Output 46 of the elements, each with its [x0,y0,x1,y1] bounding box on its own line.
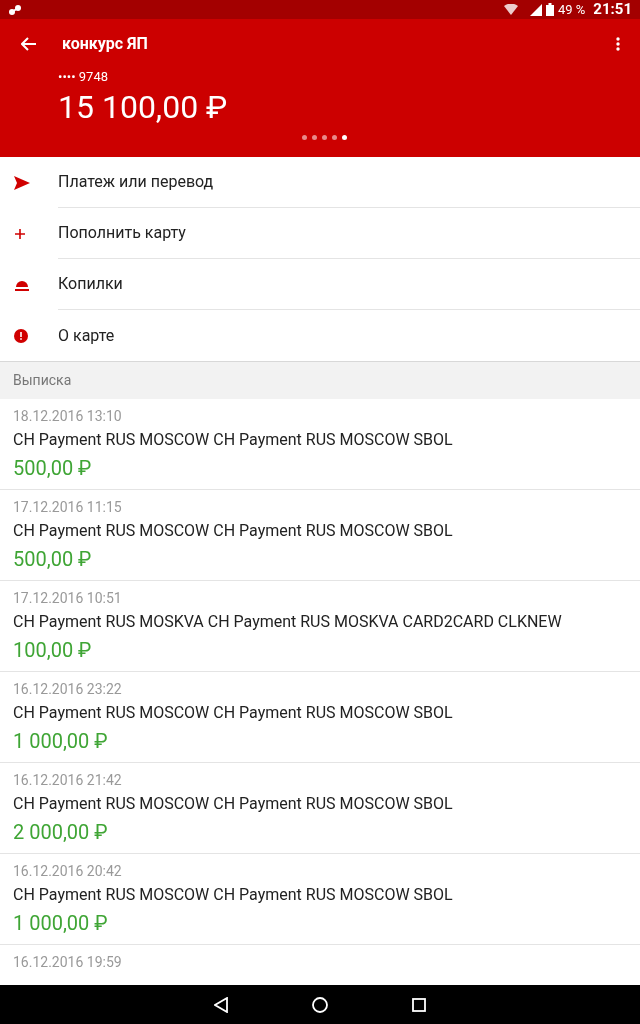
menu-label: О карте [58,324,116,347]
transaction-date: 17.12.2016 11:15 [13,498,123,516]
transaction-date: 16.12.2016 21:42 [13,771,123,789]
clock: 21:51 [593,0,632,21]
transaction-date: 17.12.2016 10:51 [13,589,123,607]
menu-item[interactable]: О карте [0,310,640,361]
transaction-date: 18.12.2016 13:10 [13,407,123,425]
transaction-row[interactable]: 17.12.2016 10:51 CH Payment RUS MOSKVA CH Payment RUS MOSKVA CARD2CARD CLKNEW 100,00 ₽ [0,581,640,672]
transaction-date: 16.12.2016 23:22 [13,680,123,698]
send-icon [14,175,30,190]
transaction-row[interactable]: 16.12.2016 20:42 CH Payment RUS MOSCOW CH Payment RUS MOSCOW SBOL 1 000,00 ₽ [0,854,640,945]
info-icon [14,328,28,343]
transaction-description: CH Payment RUS MOSCOW CH Payment RUS MOSCOW SBOL [13,430,454,450]
transaction-amount: 500,00 ₽ [13,456,93,480]
transaction-amount: 1 000,00 ₽ [13,729,109,753]
notification-icon [8,3,22,16]
transaction-description: CH Payment RUS MOSCOW CH Payment RUS MOSCOW SBOL [13,521,454,541]
transaction-row[interactable]: 17.12.2016 11:15 CH Payment RUS MOSCOW CH Payment RUS MOSCOW SBOL 500,00 ₽ [0,490,640,581]
signal-icon [530,3,542,16]
transaction-row[interactable]: 16.12.2016 21:42 CH Payment RUS MOSCOW CH Payment RUS MOSCOW SBOL 2 000,00 ₽ [0,763,640,854]
wifi-icon [504,4,518,15]
transaction-description: CH Payment RUS MOSCOW CH Payment RUS MOSCOW SBOL [13,885,454,905]
screen-title: конкурс ЯП [62,33,148,55]
plus-icon [14,227,26,240]
battery-percent: 49 % [558,0,586,19]
battery-icon [546,3,554,16]
recents-icon[interactable] [412,997,426,1012]
back-icon[interactable] [214,996,228,1013]
back-arrow-icon [21,37,37,51]
transaction-date: 16.12.2016 19:59 [13,953,123,971]
card-number: •••• 9748 [58,69,109,85]
transaction-date: 16.12.2016 20:42 [13,862,123,880]
transaction-row[interactable]: 16.12.2016 23:22 CH Payment RUS MOSCOW CH Payment RUS MOSCOW SBOL 1 000,00 ₽ [0,672,640,763]
transaction-amount: 500,00 ₽ [13,547,93,571]
dome-icon [14,278,30,291]
transaction-description: CH Payment RUS MOSKVA CH Payment RUS MOSKVA CARD2CARD CLKNEW [13,612,563,632]
transaction-amount: 100,00 ₽ [13,638,93,662]
more-icon [616,37,620,51]
transaction-description: CH Payment RUS MOSCOW CH Payment RUS MOSCOW SBOL [13,794,454,814]
transaction-row[interactable]: 18.12.2016 13:10 CH Payment RUS MOSCOW CH Payment RUS MOSCOW SBOL 500,00 ₽ [0,399,640,490]
transaction-amount: 2 000,00 ₽ [13,820,109,844]
home-icon[interactable] [312,996,328,1013]
section-title: Выписка [13,371,72,390]
transaction-amount: 1 000,00 ₽ [13,911,109,935]
transaction-description: CH Payment RUS MOSCOW CH Payment RUS MOSCOW SBOL [13,703,454,723]
card-balance: 15 100,00 ₽ [58,89,229,125]
